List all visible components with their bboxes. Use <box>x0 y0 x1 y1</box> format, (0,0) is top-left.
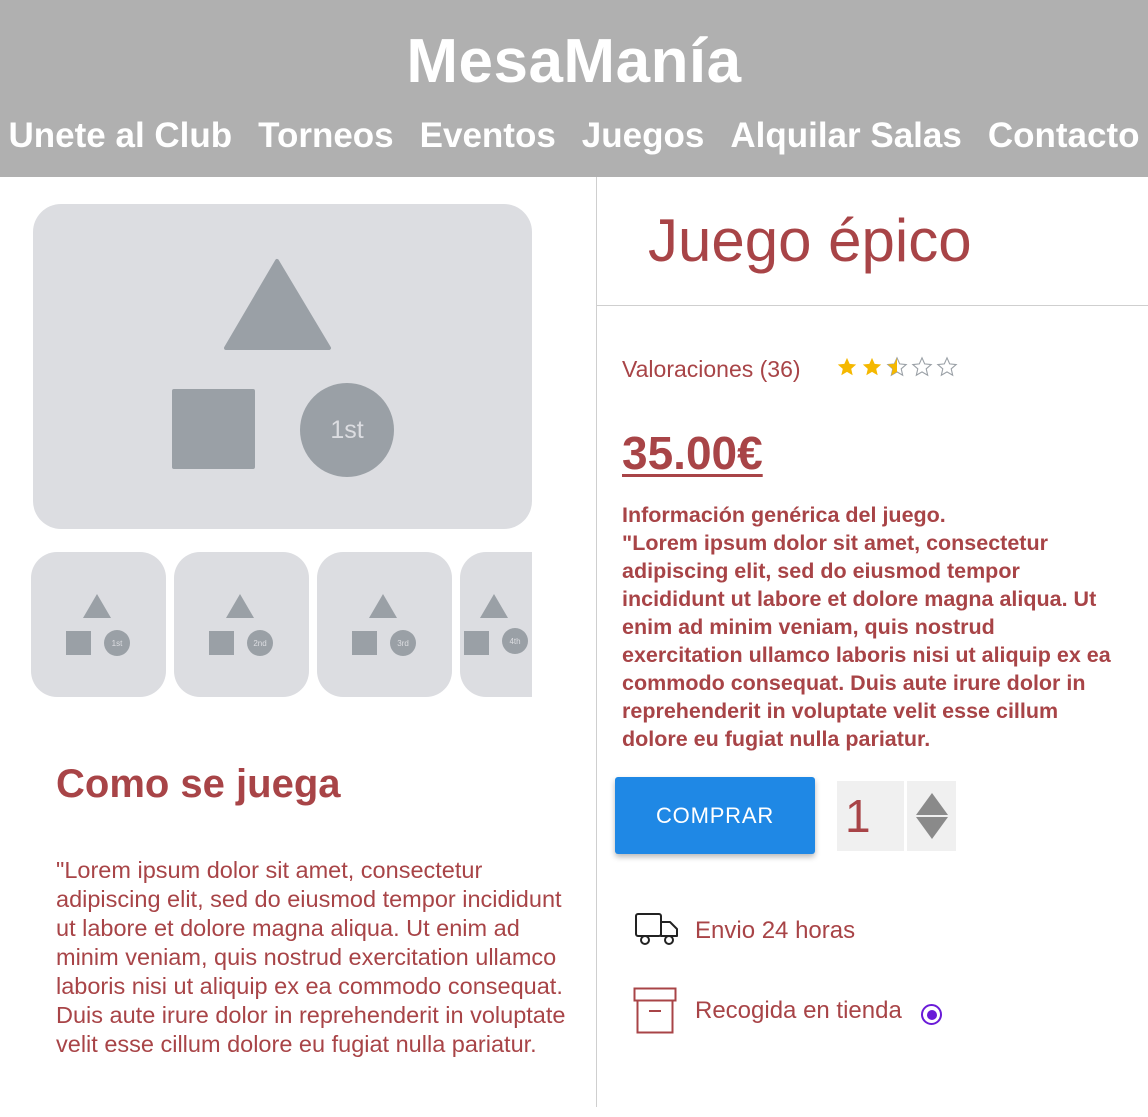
thumbnail-badge: 2nd <box>253 639 266 648</box>
main-image-badge: 1st <box>330 416 363 444</box>
thumbnail-2[interactable]: 2nd <box>174 552 309 697</box>
product-main-image[interactable]: 1st <box>33 204 532 529</box>
truck-icon <box>635 913 678 945</box>
image-placeholder-icon: 4th <box>464 594 528 655</box>
brand-logo-text[interactable]: MesaManía <box>0 26 1148 97</box>
rating-stars[interactable] <box>836 356 958 378</box>
thumbnail-1[interactable]: 1st <box>31 552 166 697</box>
triangle-down-icon[interactable] <box>915 816 949 840</box>
thumbnail-badge: 4th <box>509 637 520 646</box>
quantity-value[interactable]: 1 <box>845 789 871 843</box>
quantity-stepper[interactable]: 1 <box>837 781 956 851</box>
shipping-label: Envio 24 horas <box>695 917 856 944</box>
thumbnail-3[interactable]: 3rd <box>317 552 452 697</box>
nav-link-salas[interactable]: Alquilar Salas <box>730 116 961 156</box>
star-icon <box>837 357 857 376</box>
thumbnail-badge: 1st <box>112 639 123 648</box>
product-title: Juego épico <box>648 207 972 274</box>
product-price: 35.00€ <box>622 427 763 479</box>
thumbnail-4[interactable]: 4th <box>460 552 532 697</box>
triangle-up-icon[interactable] <box>915 792 949 816</box>
pickup-label: Recogida en tienda <box>695 997 902 1024</box>
title-divider <box>597 305 1148 306</box>
nav-link-juegos[interactable]: Juegos <box>582 116 705 156</box>
nav-link-club[interactable]: Unete al Club <box>9 116 233 156</box>
star-half-icon <box>886 356 908 377</box>
nav-link-torneos[interactable]: Torneos <box>258 116 393 156</box>
quantity-arrows <box>904 781 956 851</box>
image-placeholder-icon: 3rd <box>352 594 416 656</box>
star-empty-icon <box>911 356 933 377</box>
thumbnail-badge: 3rd <box>397 639 409 648</box>
image-placeholder-icon: 1st <box>66 594 130 656</box>
product-info-heading: Información genérica del juego. <box>622 503 946 527</box>
thumbnail-strip: 1st 2nd 3rd 4th <box>31 552 532 698</box>
column-divider <box>596 177 597 1107</box>
how-to-play-text: "Lorem ipsum dolor sit amet, consectetur… <box>56 857 566 1057</box>
product-info-body: "Lorem ipsum dolor sit amet, consectetur… <box>622 531 1111 751</box>
box-icon <box>633 987 677 1034</box>
pickup-radio[interactable] <box>921 1004 942 1025</box>
star-icon <box>862 357 882 376</box>
image-placeholder-icon: 1st <box>172 259 394 477</box>
nav-link-contacto[interactable]: Contacto <box>988 116 1140 156</box>
ratings-link[interactable]: Valoraciones (36) <box>622 356 801 383</box>
image-placeholder-icon: 2nd <box>209 594 273 656</box>
main-nav: Unete al Club Torneos Eventos Juegos Alq… <box>0 116 1148 156</box>
site-header: MesaManía Unete al Club Torneos Eventos … <box>0 0 1148 177</box>
buy-button[interactable]: COMPRAR <box>615 777 815 854</box>
nav-link-eventos[interactable]: Eventos <box>420 116 556 156</box>
how-to-play-title: Como se juega <box>56 762 341 806</box>
star-empty-icon <box>936 356 958 377</box>
product-info: Información genérica del juego. "Lorem i… <box>622 501 1112 753</box>
